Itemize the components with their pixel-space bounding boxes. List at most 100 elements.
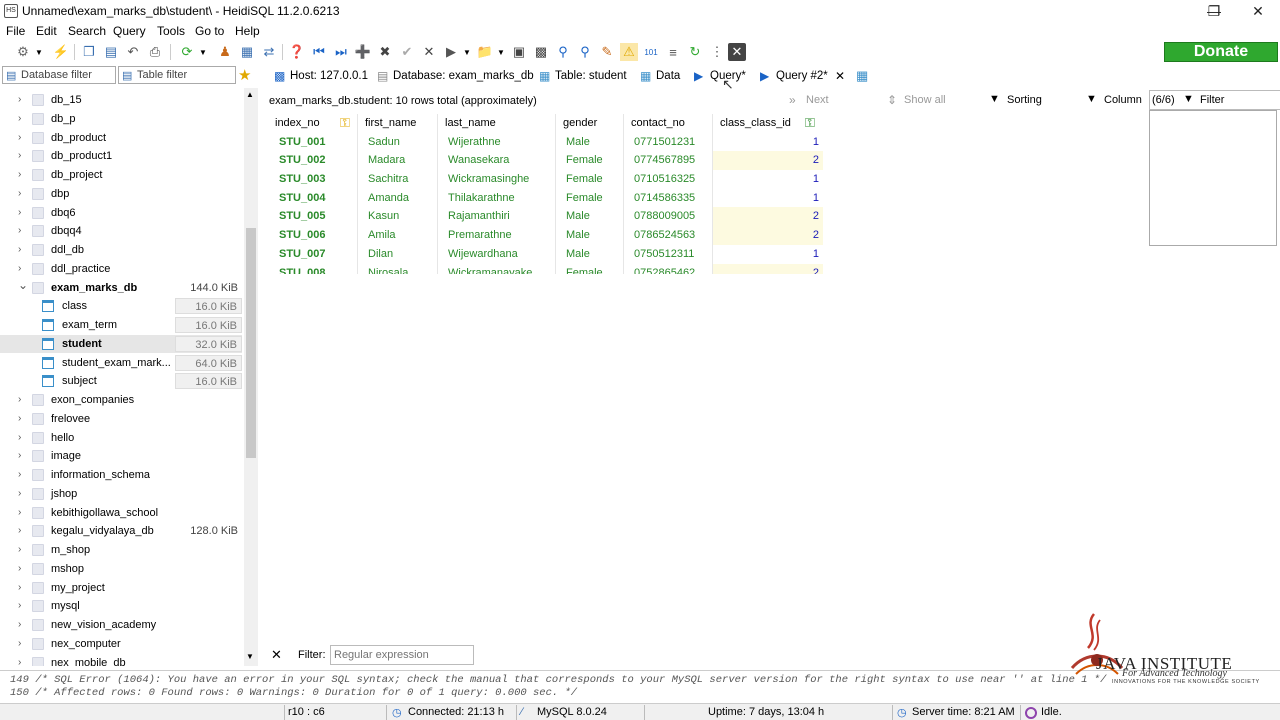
- expand-arrow-icon[interactable]: ›: [18, 488, 21, 499]
- tree-database-item[interactable]: › mshop: [0, 560, 242, 579]
- grid-cell[interactable]: Wickramasinghe: [448, 170, 556, 189]
- expand-arrow-icon[interactable]: ›: [18, 394, 21, 405]
- paste-icon[interactable]: ▤: [102, 43, 120, 61]
- last-record-icon[interactable]: ⏭: [332, 43, 350, 61]
- expand-arrow-icon[interactable]: ›: [18, 207, 21, 218]
- tab-data[interactable]: ▦ Data: [638, 66, 680, 86]
- grid-cell[interactable]: 0714586335: [634, 189, 713, 208]
- menu-search[interactable]: Search: [68, 24, 106, 38]
- collapse-arrow-icon[interactable]: ⌄: [18, 278, 28, 292]
- expand-arrow-icon[interactable]: ›: [18, 432, 21, 443]
- expand-arrow-icon[interactable]: ›: [18, 225, 21, 236]
- tree-database-item[interactable]: › jshop: [0, 485, 242, 504]
- data-grid[interactable]: index_no first_name last_name gender contact…: [268, 114, 824, 274]
- grid-cell[interactable]: Amanda: [368, 189, 438, 208]
- scroll-down-icon[interactable]: ▼: [246, 652, 254, 661]
- tree-database-item[interactable]: › dbp: [0, 185, 242, 204]
- tree-table-item[interactable]: student 32.0 KiB: [0, 334, 242, 354]
- dropdown-arrow-icon[interactable]: ▼: [34, 43, 44, 61]
- save-icon[interactable]: ▣: [510, 43, 528, 61]
- tree-database-item[interactable]: › new_vision_academy: [0, 616, 242, 635]
- sync-icon[interactable]: ⇄: [260, 43, 278, 61]
- expand-arrow-icon[interactable]: ›: [18, 638, 21, 649]
- grid-cell[interactable]: 0752865462: [634, 264, 713, 275]
- reconnect-icon[interactable]: ↻: [686, 43, 704, 61]
- expand-arrow-icon[interactable]: ›: [18, 657, 21, 667]
- expand-arrow-icon[interactable]: ›: [18, 413, 21, 424]
- insert-row-icon[interactable]: ➕: [354, 43, 372, 61]
- grid-cell[interactable]: Male: [566, 245, 624, 264]
- tree-database-item[interactable]: › my_project: [0, 579, 242, 598]
- expand-arrow-icon[interactable]: ›: [18, 600, 21, 611]
- expand-arrow-icon[interactable]: ›: [18, 450, 21, 461]
- grid-cell[interactable]: 1: [713, 245, 823, 264]
- session-manager-icon[interactable]: ⚙: [14, 43, 32, 61]
- tab-query[interactable]: ▶ Query*: [692, 66, 746, 86]
- menu-goto[interactable]: Go to: [195, 24, 224, 38]
- run-dropdown-icon[interactable]: ▼: [462, 43, 472, 61]
- new-tab-icon[interactable]: ▦: [856, 68, 868, 84]
- grid-cell[interactable]: 2: [713, 151, 823, 170]
- tree-database-item[interactable]: › db_product1: [0, 147, 242, 166]
- export-icon[interactable]: ▦: [238, 43, 256, 61]
- tree-database-item[interactable]: › hello: [0, 429, 242, 448]
- post-icon[interactable]: ✔: [398, 43, 416, 61]
- grid-cell[interactable]: Wijewardhana: [448, 245, 556, 264]
- donate-button[interactable]: Donate: [1164, 42, 1278, 62]
- help-icon[interactable]: ❓: [288, 43, 306, 61]
- grid-cell[interactable]: Nirosala: [368, 264, 438, 275]
- grid-cell[interactable]: Kasun: [368, 207, 438, 226]
- grid-cell[interactable]: Madara: [368, 151, 438, 170]
- grid-cell[interactable]: Sadun: [368, 133, 438, 152]
- grid-cell[interactable]: 1: [713, 170, 823, 189]
- refresh-dropdown-icon[interactable]: ▼: [198, 43, 208, 61]
- grid-cell[interactable]: STU_008: [279, 264, 359, 275]
- tab-query-2[interactable]: ▶ Query #2*: [758, 66, 828, 86]
- column-header[interactable]: first_name: [365, 114, 437, 133]
- table-filter-input[interactable]: ▤ Table filter: [118, 66, 236, 84]
- copy-icon[interactable]: ❐: [80, 43, 98, 61]
- undo-icon[interactable]: ↶: [124, 43, 142, 61]
- tree-table-item[interactable]: subject 16.0 KiB: [0, 372, 242, 391]
- expand-arrow-icon[interactable]: ›: [18, 188, 21, 199]
- menu-tools[interactable]: Tools: [157, 24, 185, 38]
- favorites-star-icon[interactable]: ★: [238, 66, 251, 84]
- grid-cell[interactable]: Male: [566, 133, 624, 152]
- tree-database-item[interactable]: › dbq6: [0, 204, 242, 223]
- tree-database-item[interactable]: › db_15: [0, 91, 242, 110]
- grid-cell[interactable]: Amila: [368, 226, 438, 245]
- grid-cell[interactable]: Rajamanthiri: [448, 207, 556, 226]
- delete-row-icon[interactable]: ✖: [376, 43, 394, 61]
- tree-database-item[interactable]: › kegalu_vidyalaya_db 128.0 KiB: [0, 522, 242, 541]
- scrollbar-thumb[interactable]: [246, 228, 256, 458]
- grid-cell[interactable]: Male: [566, 207, 624, 226]
- column-header[interactable]: last_name: [445, 114, 555, 133]
- menu-help[interactable]: Help: [235, 24, 260, 38]
- expand-arrow-icon[interactable]: ›: [18, 563, 21, 574]
- expand-arrow-icon[interactable]: ›: [18, 113, 21, 124]
- grid-cell[interactable]: STU_003: [279, 170, 359, 189]
- sorting-icon[interactable]: ▼: [989, 93, 1000, 105]
- sorting-button[interactable]: Sorting: [1007, 94, 1042, 106]
- menu-edit[interactable]: Edit: [36, 24, 57, 38]
- grid-cell[interactable]: Male: [566, 226, 624, 245]
- next-icon[interactable]: »: [789, 93, 796, 107]
- filter-panel[interactable]: [1149, 110, 1277, 246]
- save-snippet-icon[interactable]: ▩: [532, 43, 550, 61]
- find-icon[interactable]: ⚲: [554, 43, 572, 61]
- column-header[interactable]: gender: [563, 114, 623, 133]
- expand-arrow-icon[interactable]: ›: [18, 169, 21, 180]
- tree-database-item[interactable]: › nex_computer: [0, 635, 242, 654]
- tree-database-item[interactable]: › information_schema: [0, 466, 242, 485]
- grid-cell[interactable]: 0786524563: [634, 226, 713, 245]
- tree-database-item[interactable]: › frelovee: [0, 410, 242, 429]
- exit-icon[interactable]: ✕: [728, 43, 746, 61]
- grid-cell[interactable]: 1: [713, 133, 823, 152]
- grid-cell[interactable]: 0774567895: [634, 151, 713, 170]
- expand-arrow-icon[interactable]: ›: [18, 94, 21, 105]
- grid-cell[interactable]: Wickramanayake: [448, 264, 556, 275]
- tree-table-item[interactable]: student_exam_mark... 64.0 KiB: [0, 354, 242, 373]
- menu-query[interactable]: Query: [113, 24, 146, 38]
- columns-button[interactable]: Column: [1104, 94, 1142, 106]
- grid-cell[interactable]: STU_005: [279, 207, 359, 226]
